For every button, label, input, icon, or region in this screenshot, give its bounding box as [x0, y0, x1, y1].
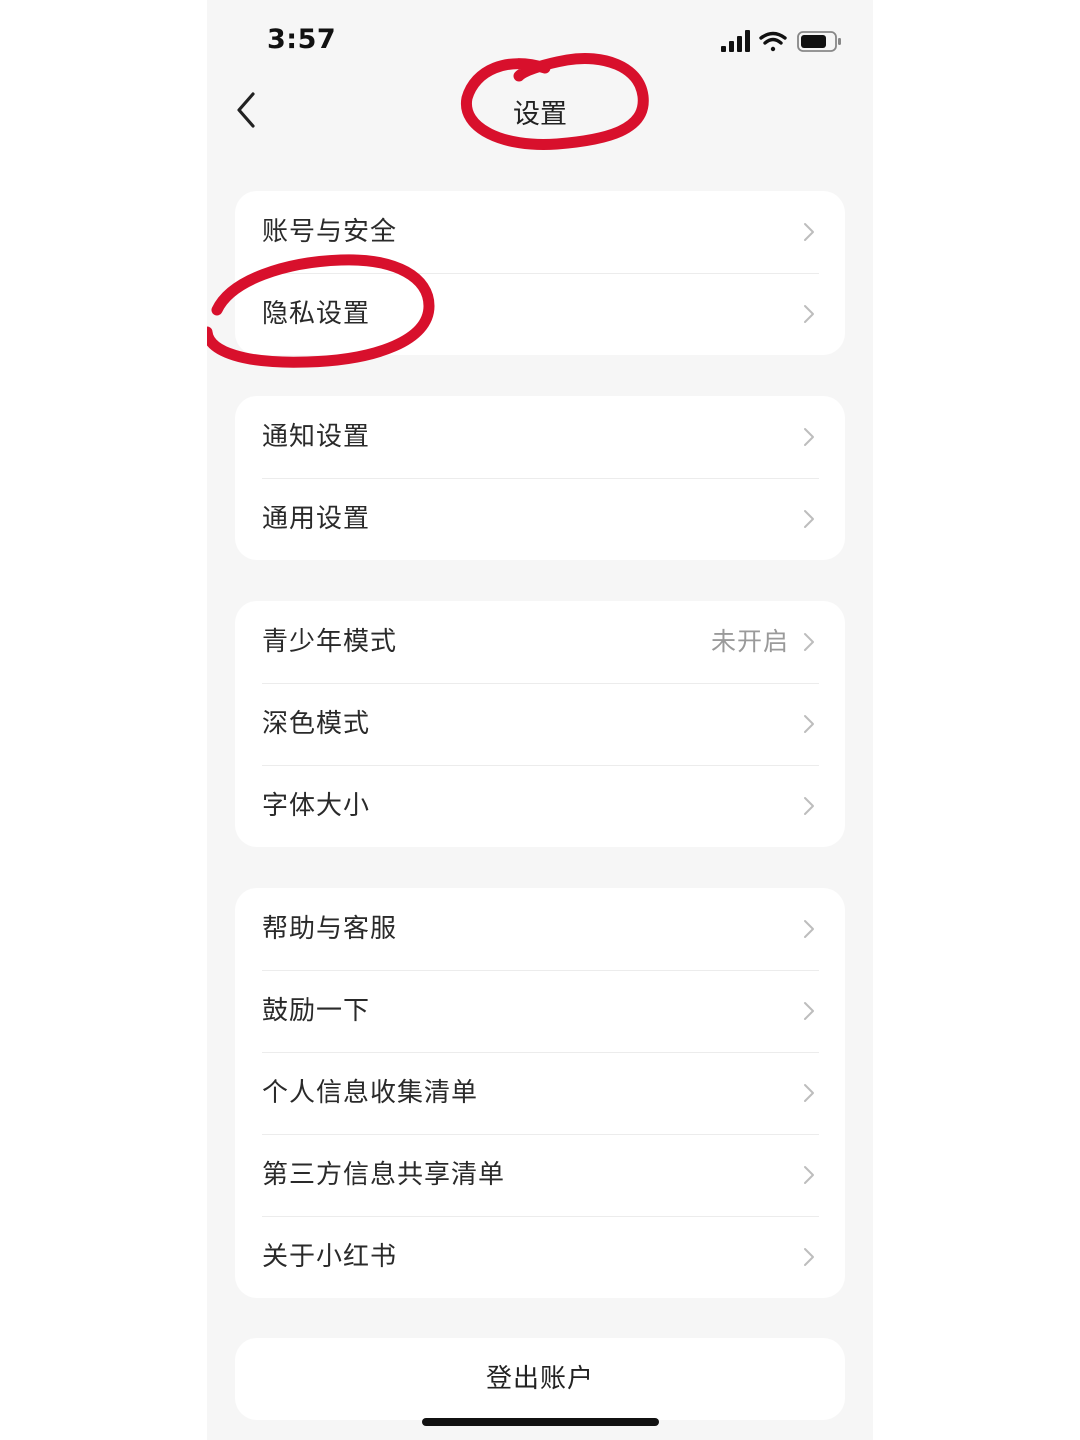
teen-mode-status: 未开启: [710, 627, 789, 656]
chevron-right-icon: [804, 305, 814, 323]
settings-item-label: 帮助与客服: [262, 914, 398, 944]
settings-group-account: 账号与安全 隐私设置: [235, 191, 845, 355]
chevron-right-icon: [804, 920, 814, 938]
chevron-right-icon: [804, 797, 814, 815]
chevron-right-icon: [804, 428, 814, 446]
settings-item-label: 鼓励一下: [262, 996, 371, 1026]
chevron-right-icon: [804, 1166, 814, 1184]
status-time: 3:57: [267, 24, 337, 55]
settings-item-label: 账号与安全: [262, 217, 398, 247]
chevron-right-icon: [804, 715, 814, 733]
settings-item-label: 青少年模式: [262, 627, 398, 657]
settings-screen: 3:57 设置 账号与安全 隐私设置 通知设置 通用设置 青少年模式 未开启 深…: [207, 0, 873, 1440]
chevron-right-icon: [804, 1084, 814, 1102]
settings-item-third-party-list[interactable]: 第三方信息共享清单: [235, 1134, 845, 1216]
signal-icon: [721, 30, 750, 52]
settings-item-help[interactable]: 帮助与客服: [235, 888, 845, 970]
chevron-right-icon: [804, 510, 814, 528]
settings-item-label: 隐私设置: [262, 299, 371, 329]
page-title: 设置: [513, 99, 567, 130]
settings-item-about[interactable]: 关于小红书: [235, 1216, 845, 1298]
settings-item-label: 通知设置: [262, 422, 371, 452]
status-icons: [721, 30, 843, 54]
settings-item-account-security[interactable]: 账号与安全: [235, 191, 845, 273]
settings-item-dark-mode[interactable]: 深色模式: [235, 683, 845, 765]
settings-item-label: 关于小红书: [262, 1242, 398, 1272]
settings-group-about: 帮助与客服 鼓励一下 个人信息收集清单 第三方信息共享清单 关于小红书: [235, 888, 845, 1298]
settings-item-general[interactable]: 通用设置: [235, 478, 845, 560]
logout-button[interactable]: 登出账户: [235, 1338, 845, 1420]
settings-item-label: 第三方信息共享清单: [262, 1160, 506, 1190]
settings-group-notifications: 通知设置 通用设置: [235, 396, 845, 560]
chevron-right-icon: [804, 1002, 814, 1020]
chevron-right-icon: [804, 633, 814, 651]
chevron-right-icon: [804, 1248, 814, 1266]
chevron-right-icon: [804, 223, 814, 241]
settings-item-privacy[interactable]: 隐私设置: [235, 273, 845, 355]
settings-item-teen-mode[interactable]: 青少年模式 未开启: [235, 601, 845, 683]
battery-icon: [797, 31, 841, 52]
settings-item-label: 字体大小: [262, 791, 371, 821]
settings-item-personal-info-list[interactable]: 个人信息收集清单: [235, 1052, 845, 1134]
home-indicator: [422, 1418, 659, 1426]
settings-item-label: 个人信息收集清单: [262, 1078, 479, 1108]
settings-item-font-size[interactable]: 字体大小: [235, 765, 845, 847]
settings-item-notifications[interactable]: 通知设置: [235, 396, 845, 478]
settings-item-encourage[interactable]: 鼓励一下: [235, 970, 845, 1052]
settings-group-display: 青少年模式 未开启 深色模式 字体大小: [235, 601, 845, 847]
settings-item-label: 深色模式: [262, 709, 371, 739]
wifi-icon: [759, 31, 787, 52]
settings-item-label: 通用设置: [262, 504, 371, 534]
